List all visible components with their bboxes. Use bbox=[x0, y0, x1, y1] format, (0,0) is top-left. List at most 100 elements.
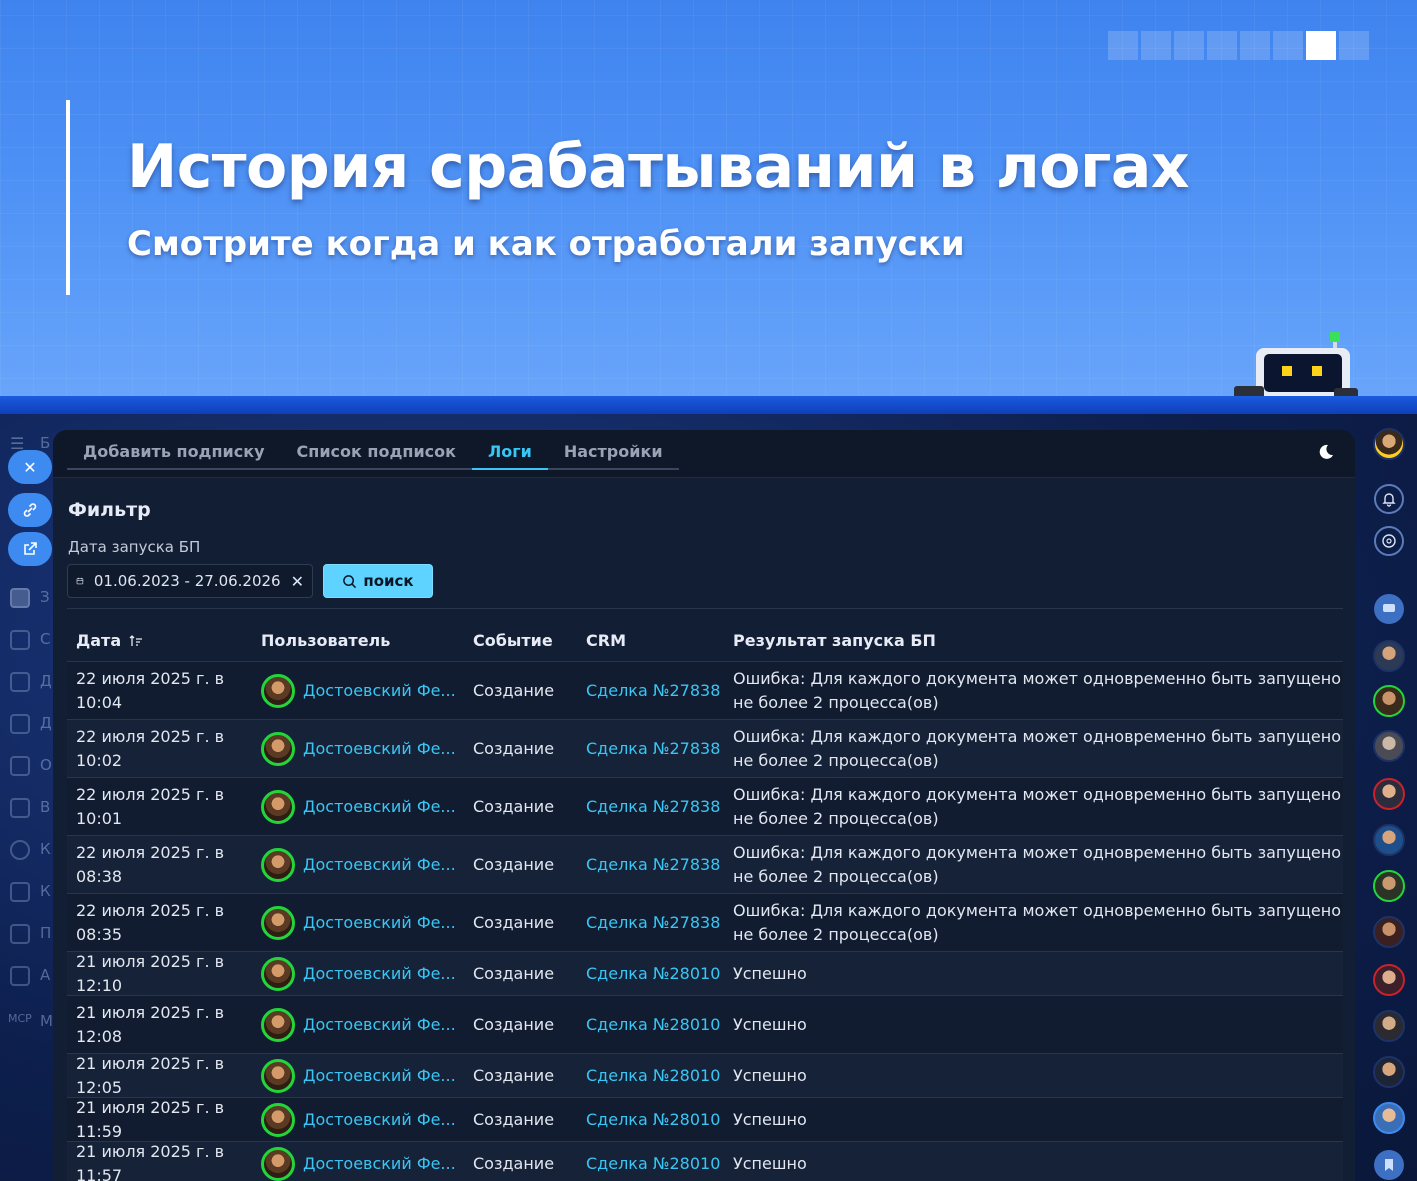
progress-square bbox=[1108, 31, 1138, 60]
column-header-event[interactable]: Событие bbox=[473, 631, 586, 650]
contact-avatar[interactable] bbox=[1373, 964, 1405, 996]
user-link[interactable]: Достоевский Фе... bbox=[303, 853, 456, 877]
cell-date: 21 июля 2025 г. в 12:10 bbox=[76, 951, 225, 995]
crm-deal-link[interactable]: Сделка №27838 bbox=[586, 797, 720, 816]
user-avatar[interactable] bbox=[261, 905, 295, 940]
notifications-button[interactable] bbox=[1374, 484, 1404, 514]
table-row[interactable]: 22 июля 2025 г. в 10:02 Достоевский Фе...… bbox=[67, 720, 1343, 778]
left-sidebar: ☰ Б З С Д Д О В К К П А MCP М bbox=[0, 414, 53, 1181]
logs-table: Дата Пользователь Событие CRM Результат … bbox=[67, 620, 1343, 1181]
cell-event: Создание bbox=[473, 854, 555, 874]
contact-avatar[interactable] bbox=[1373, 730, 1405, 762]
sidebar-item-icon[interactable] bbox=[10, 756, 30, 776]
sidebar-item-icon[interactable] bbox=[10, 588, 30, 608]
bookmark-icon bbox=[1385, 1159, 1393, 1171]
tab-logs[interactable]: Логи bbox=[472, 430, 548, 470]
sidebar-item-icon[interactable] bbox=[10, 966, 30, 986]
logs-panel: Добавить подписку Список подписок Логи Н… bbox=[53, 430, 1355, 1181]
sidebar-item-icon[interactable] bbox=[10, 714, 30, 734]
sidebar-item-icon[interactable] bbox=[10, 798, 30, 818]
column-header-result[interactable]: Результат запуска БП bbox=[733, 631, 1343, 650]
user-avatar[interactable] bbox=[261, 1058, 295, 1093]
table-row[interactable]: 21 июля 2025 г. в 11:57 Достоевский Фе...… bbox=[67, 1142, 1343, 1181]
column-header-user[interactable]: Пользователь bbox=[261, 631, 473, 650]
crm-deal-link[interactable]: Сделка №28010 bbox=[586, 1015, 720, 1034]
user-link[interactable]: Достоевский Фе... bbox=[303, 911, 456, 935]
user-avatar[interactable] bbox=[261, 673, 295, 708]
user-link[interactable]: Достоевский Фе... bbox=[303, 737, 456, 761]
contact-avatar[interactable] bbox=[1373, 824, 1405, 856]
crm-deal-link[interactable]: Сделка №28010 bbox=[586, 1066, 720, 1085]
messages-button[interactable] bbox=[1374, 594, 1404, 624]
contact-avatar[interactable] bbox=[1373, 640, 1405, 672]
user-avatar[interactable] bbox=[261, 956, 295, 991]
user-avatar[interactable] bbox=[261, 789, 295, 824]
clear-icon[interactable]: ✕ bbox=[291, 572, 304, 591]
table-row[interactable]: 21 июля 2025 г. в 12:05 Достоевский Фе...… bbox=[67, 1054, 1343, 1098]
date-range-input[interactable]: 01.06.2023 - 27.06.2026 ✕ bbox=[67, 564, 313, 598]
table-row[interactable]: 21 июля 2025 г. в 12:10 Достоевский Фе...… bbox=[67, 952, 1343, 996]
contact-avatar[interactable] bbox=[1373, 916, 1405, 948]
contact-avatar[interactable] bbox=[1373, 778, 1405, 810]
user-avatar[interactable] bbox=[261, 1146, 295, 1181]
cell-crm: Сделка №27838 bbox=[586, 911, 733, 935]
user-link[interactable]: Достоевский Фе... bbox=[303, 1108, 456, 1132]
crm-deal-link[interactable]: Сделка №28010 bbox=[586, 1110, 720, 1129]
contact-avatar[interactable] bbox=[1373, 1056, 1405, 1088]
crm-deal-link[interactable]: Сделка №28010 bbox=[586, 1154, 720, 1173]
sidebar-item-icon[interactable] bbox=[10, 672, 30, 692]
tab-settings[interactable]: Настройки bbox=[548, 430, 679, 470]
cell-date: 21 июля 2025 г. в 11:57 bbox=[76, 1141, 225, 1181]
right-sidebar bbox=[1356, 414, 1417, 1181]
column-header-crm[interactable]: CRM bbox=[586, 631, 733, 650]
tab-subscriptions-list[interactable]: Список подписок bbox=[281, 430, 472, 470]
mcp-icon[interactable]: MCP bbox=[8, 1012, 32, 1025]
contact-avatar[interactable] bbox=[1373, 1102, 1405, 1134]
cell-user: Достоевский Фе... bbox=[261, 847, 473, 882]
table-row[interactable]: 22 июля 2025 г. в 08:38 Достоевский Фе...… bbox=[67, 836, 1343, 894]
cell-user: Достоевский Фе... bbox=[261, 956, 473, 991]
open-external-button[interactable] bbox=[8, 532, 52, 566]
crm-deal-link[interactable]: Сделка №27838 bbox=[586, 913, 720, 932]
table-row[interactable]: 22 июля 2025 г. в 10:04 Достоевский Фе...… bbox=[67, 662, 1343, 720]
user-link[interactable]: Достоевский Фе... bbox=[303, 1013, 456, 1037]
sidebar-item-icon[interactable] bbox=[10, 924, 30, 944]
table-row[interactable]: 22 июля 2025 г. в 10:01 Достоевский Фе...… bbox=[67, 778, 1343, 836]
user-link[interactable]: Достоевский Фе... bbox=[303, 1152, 456, 1176]
copy-link-button[interactable] bbox=[8, 493, 52, 527]
cell-result: Успешно bbox=[733, 1014, 807, 1034]
contact-avatar[interactable] bbox=[1373, 870, 1405, 902]
table-row[interactable]: 22 июля 2025 г. в 08:35 Достоевский Фе...… bbox=[67, 894, 1343, 952]
crm-deal-link[interactable]: Сделка №27838 bbox=[586, 855, 720, 874]
table-header: Дата Пользователь Событие CRM Результат … bbox=[67, 620, 1343, 662]
cell-date: 21 июля 2025 г. в 11:59 bbox=[76, 1097, 225, 1141]
cell-user: Достоевский Фе... bbox=[261, 789, 473, 824]
moon-icon[interactable] bbox=[1315, 442, 1335, 462]
sidebar-item-icon[interactable] bbox=[10, 630, 30, 650]
crm-deal-link[interactable]: Сделка №27838 bbox=[586, 739, 720, 758]
table-row[interactable]: 21 июля 2025 г. в 12:08 Достоевский Фе...… bbox=[67, 996, 1343, 1054]
column-header-date[interactable]: Дата bbox=[67, 631, 261, 650]
search-button[interactable]: поиск bbox=[323, 564, 433, 598]
crm-deal-link[interactable]: Сделка №28010 bbox=[586, 964, 720, 983]
tab-add-subscription[interactable]: Добавить подписку bbox=[67, 430, 281, 470]
user-avatar[interactable] bbox=[261, 731, 295, 766]
table-row[interactable]: 21 июля 2025 г. в 11:59 Достоевский Фе...… bbox=[67, 1098, 1343, 1142]
crm-deal-link[interactable]: Сделка №27838 bbox=[586, 681, 720, 700]
sidebar-item-icon[interactable] bbox=[10, 882, 30, 902]
sidebar-item-icon[interactable] bbox=[10, 840, 30, 860]
contact-avatar[interactable] bbox=[1373, 685, 1405, 717]
chat-search-button[interactable] bbox=[1374, 526, 1404, 556]
user-link[interactable]: Достоевский Фе... bbox=[303, 962, 456, 986]
user-link[interactable]: Достоевский Фе... bbox=[303, 1064, 456, 1088]
bookmarks-button[interactable] bbox=[1374, 1150, 1404, 1180]
user-link[interactable]: Достоевский Фе... bbox=[303, 679, 456, 703]
current-user-avatar[interactable] bbox=[1373, 428, 1405, 460]
sort-icon[interactable] bbox=[129, 634, 143, 648]
user-avatar[interactable] bbox=[261, 1007, 295, 1042]
user-avatar[interactable] bbox=[261, 847, 295, 882]
user-link[interactable]: Достоевский Фе... bbox=[303, 795, 456, 819]
contact-avatar[interactable] bbox=[1373, 1010, 1405, 1042]
close-button[interactable]: ✕ bbox=[8, 450, 52, 484]
user-avatar[interactable] bbox=[261, 1102, 295, 1137]
